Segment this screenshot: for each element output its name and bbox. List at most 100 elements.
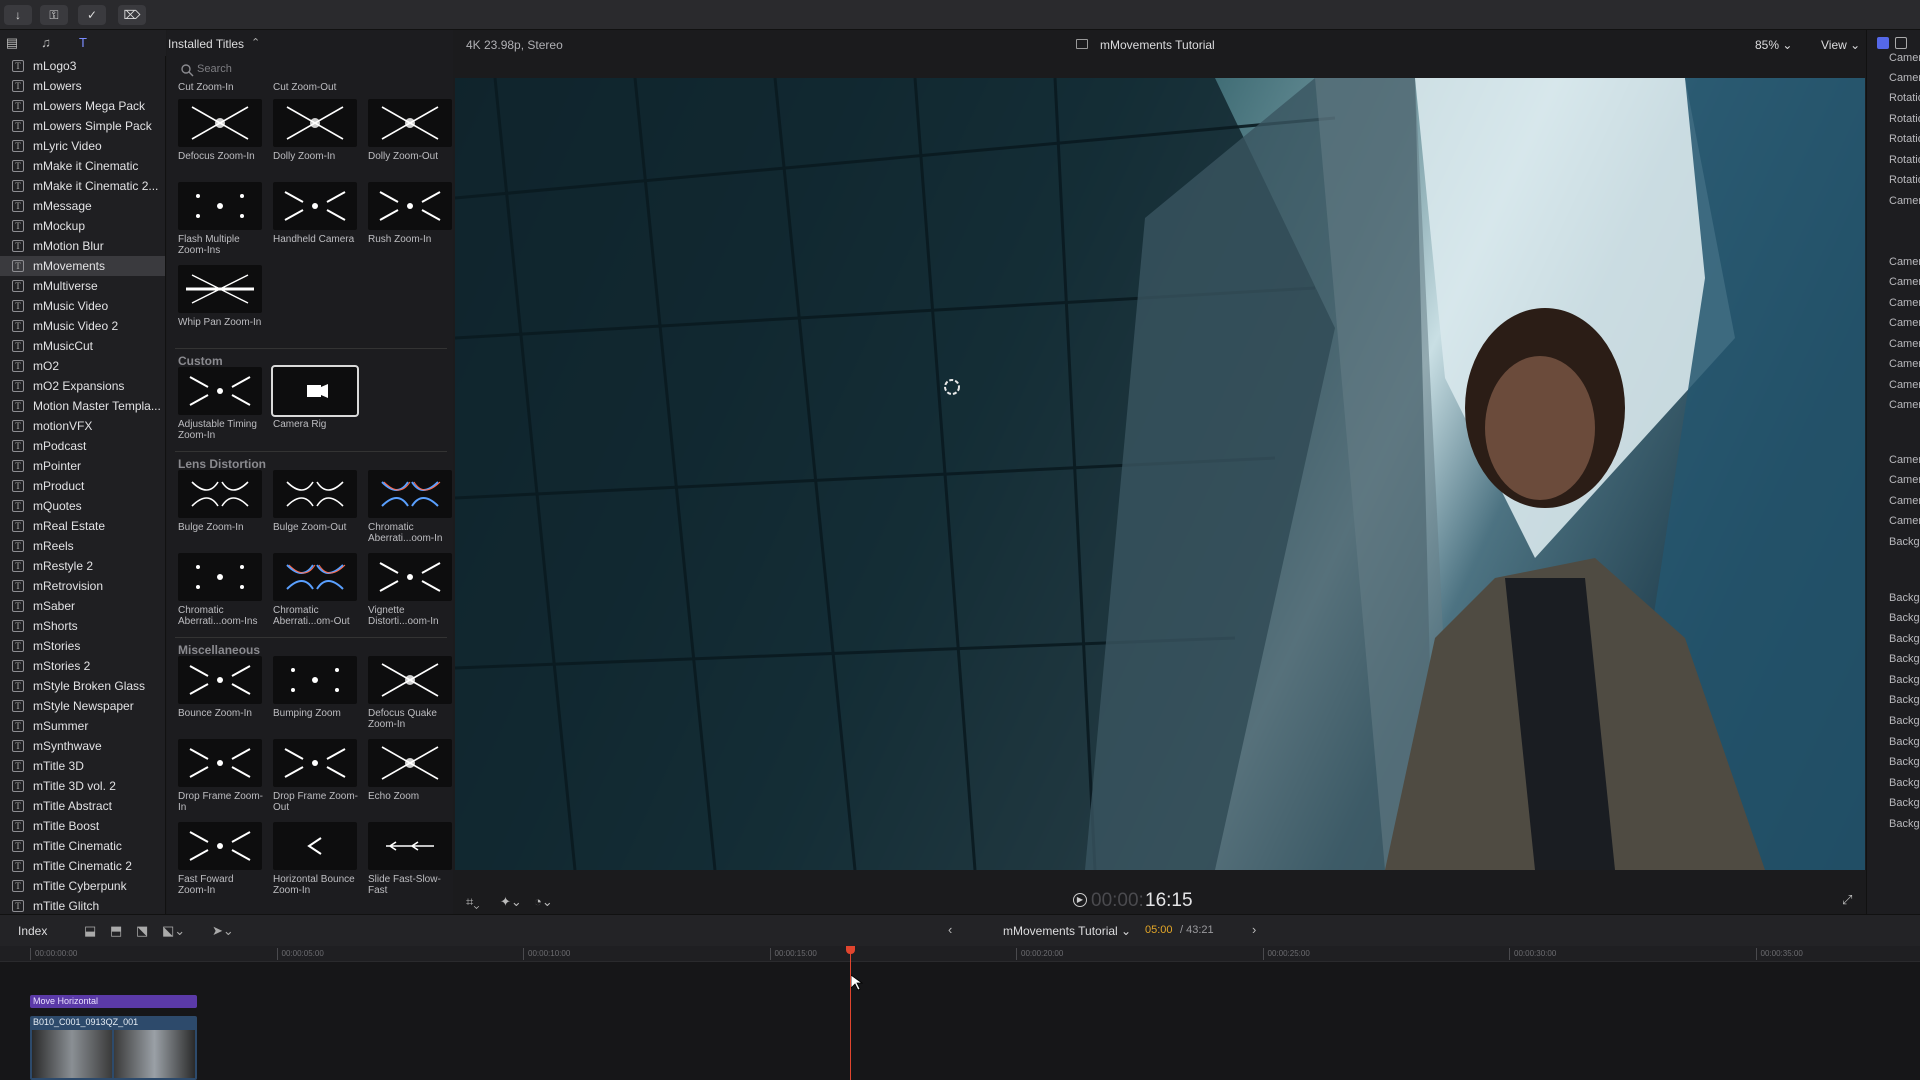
fullscreen-icon[interactable]: ⤢ [1842, 892, 1852, 908]
sidebar-item[interactable]: T Motion Master Templa... [0, 396, 165, 416]
sort-chevron-icon[interactable]: ⌃ [251, 36, 260, 49]
inspector-item[interactable]: Camera [1889, 379, 1920, 391]
title-tile[interactable]: Flash Multiple Zoom-Ins [178, 182, 264, 256]
timecode[interactable]: 16:15 [1145, 890, 1193, 912]
search-input[interactable]: Search [177, 61, 447, 79]
share-button[interactable]: ⌦ [118, 5, 146, 25]
libraries-icon[interactable]: ▤ [3, 35, 21, 51]
background-tasks-button[interactable]: ✓ [78, 5, 106, 25]
sidebar-item[interactable]: TmSynthwave [0, 736, 165, 756]
title-tile[interactable]: Drop Frame Zoom-In [178, 739, 264, 813]
title-tile[interactable]: Bulge Zoom-In [178, 470, 264, 533]
sidebar-item[interactable]: TmReels [0, 536, 165, 556]
viewer-canvas[interactable] [455, 78, 1865, 870]
title-tile[interactable]: Adjustable Timing Zoom-In [178, 367, 264, 441]
titles-inspector-icon[interactable] [1877, 37, 1889, 49]
title-tile[interactable]: Defocus Quake Zoom-In [368, 656, 453, 730]
zoom-menu[interactable]: 85% ⌄ [1755, 38, 1792, 52]
sidebar-item[interactable]: TmStyle Broken Glass [0, 676, 165, 696]
title-tile[interactable]: Bounce Zoom-In [178, 656, 264, 719]
inspector-item[interactable]: Background [1889, 633, 1920, 645]
sidebar-item[interactable]: TmMovements [0, 256, 165, 276]
append-clip-icon[interactable]: ⬔ [136, 923, 148, 939]
title-tile[interactable]: Handheld Camera [273, 182, 359, 245]
inspector-item[interactable]: Camera [1889, 515, 1920, 527]
sidebar-item[interactable]: TmStyle Newspaper [0, 696, 165, 716]
sidebar-item[interactable]: TmRestyle 2 [0, 556, 165, 576]
inspector-item[interactable]: Background [1889, 592, 1920, 604]
sidebar-item[interactable]: TmReal Estate [0, 516, 165, 536]
inspector-item[interactable]: Background [1889, 736, 1920, 748]
title-tile[interactable]: Vignette Distorti...oom-In [368, 553, 453, 627]
sidebar-item[interactable]: TmStories 2 [0, 656, 165, 676]
inspector-item[interactable]: Camera [1889, 454, 1920, 466]
sidebar-item[interactable]: TmShorts [0, 616, 165, 636]
speed-menu-icon[interactable]: ◔⌄ [534, 894, 553, 910]
inspector-item[interactable]: Camera [1889, 474, 1920, 486]
sidebar-item[interactable]: TmRetrovision [0, 576, 165, 596]
inspector-item[interactable]: Background [1889, 756, 1920, 768]
titles-generators-icon[interactable]: T [74, 35, 92, 51]
sidebar-item[interactable]: TmotionVFX [0, 416, 165, 436]
inspector-item[interactable]: Background [1889, 715, 1920, 727]
sidebar-item[interactable]: TmMultiverse [0, 276, 165, 296]
timeline-project-menu[interactable]: mMovements Tutorial ⌄ [1003, 924, 1131, 938]
sidebar-item[interactable]: TmProduct [0, 476, 165, 496]
sidebar-item[interactable]: TmQuotes [0, 496, 165, 516]
sidebar-item[interactable]: TmTitle Cinematic [0, 836, 165, 856]
video-clip[interactable]: B010_C001_0913QZ_001 [30, 1016, 197, 1080]
insert-clip-icon[interactable]: ⬒ [110, 923, 122, 939]
sidebar-item[interactable]: TmMockup [0, 216, 165, 236]
import-button[interactable]: ↓ [4, 5, 32, 25]
transform-menu-icon[interactable]: ⌗⌄ [466, 894, 479, 910]
connect-clip-icon[interactable]: ⬓ [84, 923, 96, 939]
sidebar-item[interactable]: TmTitle Cyberpunk [0, 876, 165, 896]
title-tile[interactable]: Rush Zoom-In [368, 182, 453, 245]
title-tile[interactable]: Chromatic Aberrati...oom-In [368, 470, 453, 544]
title-tile[interactable]: Defocus Zoom-In [178, 99, 264, 162]
title-tile[interactable]: Fast Foward Zoom-In [178, 822, 264, 896]
timeline-ruler[interactable]: 00:00:00:00 00:00:05:00 00:00:10:00 00:00:1… [0, 946, 1920, 962]
inspector-item[interactable]: Background [1889, 653, 1920, 665]
sidebar-item[interactable]: TmTitle 3D vol. 2 [0, 776, 165, 796]
sidebar-item[interactable]: TmLogo3 [0, 56, 165, 76]
view-menu[interactable]: View ⌄ [1821, 38, 1860, 52]
timeline-area[interactable]: Move Horizontal B010_C001_0913QZ_001 [0, 962, 1920, 1080]
inspector-item[interactable]: Background [1889, 777, 1920, 789]
inspector-item[interactable]: Camera [1889, 297, 1920, 309]
inspector-item[interactable]: Background [1889, 674, 1920, 686]
playhead-handle[interactable] [846, 946, 855, 954]
sidebar-item[interactable]: TmLowers [0, 76, 165, 96]
sidebar-item[interactable]: TmMake it Cinematic [0, 156, 165, 176]
sidebar-item[interactable]: TmTitle Abstract [0, 796, 165, 816]
sidebar-item[interactable]: TmMusic Video [0, 296, 165, 316]
title-tile[interactable]: Dolly Zoom-In [273, 99, 359, 162]
sidebar-item[interactable]: TmO2 [0, 356, 165, 376]
inspector-item[interactable]: Camera [1889, 52, 1920, 64]
sidebar-item[interactable]: TmPointer [0, 456, 165, 476]
inspector-item[interactable]: Camera [1889, 317, 1920, 329]
title-tile[interactable]: Dolly Zoom-Out [368, 99, 453, 162]
title-tile[interactable]: Chromatic Aberrati...oom-Ins [178, 553, 264, 627]
overwrite-clip-icon[interactable]: ⬕⌄ [162, 923, 185, 939]
sidebar-item[interactable]: TmLyric Video [0, 136, 165, 156]
title-tile[interactable]: Bulge Zoom-Out [273, 470, 359, 533]
index-button[interactable]: Index [18, 924, 47, 938]
sidebar-item[interactable]: TmMake it Cinematic 2... [0, 176, 165, 196]
play-button[interactable]: ▶ [1073, 893, 1087, 907]
video-inspector-icon[interactable] [1895, 37, 1907, 49]
history-back-icon[interactable]: ‹ [948, 922, 952, 937]
sidebar-item[interactable]: TmMessage [0, 196, 165, 216]
select-tool-icon[interactable]: ➤⌄ [212, 923, 234, 939]
keywords-button[interactable]: ⚿ [40, 5, 68, 25]
sidebar-item[interactable]: TmLowers Mega Pack [0, 96, 165, 116]
inspector-item[interactable]: Camera [1889, 399, 1920, 411]
title-tile[interactable]: Drop Frame Zoom-Out [273, 739, 359, 813]
inspector-item[interactable]: Rotation [1889, 133, 1920, 145]
sidebar-item[interactable]: TmTitle Glitch [0, 896, 165, 914]
sidebar-item[interactable]: TmMusicCut [0, 336, 165, 356]
title-clip[interactable]: Move Horizontal [30, 995, 197, 1008]
sidebar-item[interactable]: TmLowers Simple Pack [0, 116, 165, 136]
sidebar-item[interactable]: TmMusic Video 2 [0, 316, 165, 336]
playhead[interactable] [850, 946, 851, 1080]
